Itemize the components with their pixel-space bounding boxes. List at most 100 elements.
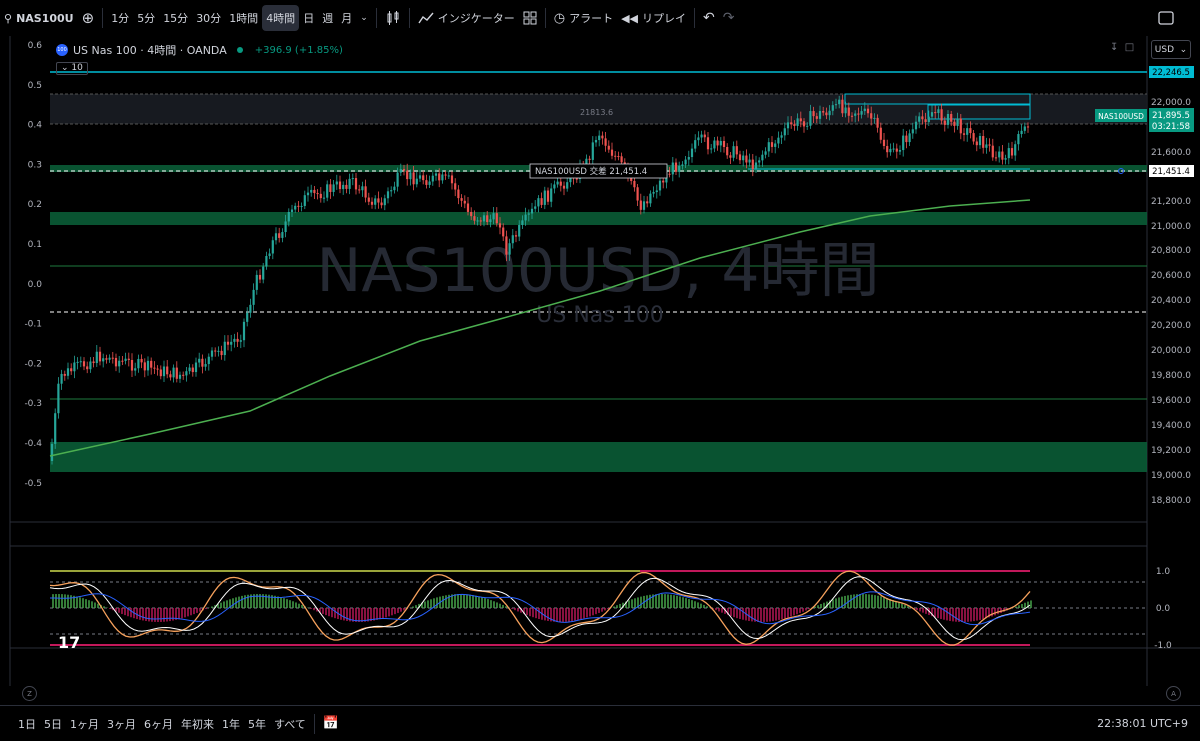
candle-body <box>182 375 184 376</box>
chevron-down-icon: ⌄ <box>1180 45 1188 55</box>
calendar-range-icon[interactable]: 📅 <box>319 716 343 731</box>
candle-body <box>701 135 703 138</box>
undo-icon[interactable]: ↶ <box>699 5 719 31</box>
status-dot-icon <box>237 47 243 53</box>
candle-body <box>227 342 229 345</box>
candle-body <box>457 190 459 199</box>
candle-body <box>54 413 56 444</box>
candle-body <box>928 117 930 122</box>
redo-icon[interactable]: ↷ <box>719 5 739 31</box>
candle-body <box>441 174 443 180</box>
candle-body <box>819 111 821 119</box>
replay-button[interactable]: ◀◀ リプレイ <box>617 5 690 31</box>
histogram-bar <box>697 602 699 608</box>
range-5d[interactable]: 5日 <box>40 716 66 732</box>
candle-body <box>214 351 216 352</box>
range-5y[interactable]: 5年 <box>244 716 270 732</box>
histogram-bar <box>586 608 588 617</box>
search-icon: ⚲ <box>4 12 12 25</box>
histogram-bar <box>61 594 63 608</box>
candle-body <box>333 184 335 192</box>
compare-plus-icon[interactable]: ⊕ <box>78 5 99 31</box>
timezone-icon[interactable]: Z <box>22 686 37 701</box>
histogram-bar <box>592 608 594 615</box>
candle-body <box>1001 152 1003 160</box>
histogram-bar <box>703 605 705 608</box>
timeframe-week[interactable]: 週 <box>318 5 337 31</box>
timeframe-month[interactable]: 月 <box>337 5 356 31</box>
candle-body <box>707 137 709 149</box>
range-6m[interactable]: 6ヶ月 <box>140 716 177 732</box>
chart-area[interactable]: 21813.6 NAS100USD, 4時間 US Nas 100 NAS100… <box>0 36 1200 686</box>
histogram-bar <box>850 595 852 608</box>
timeframe-day[interactable]: 日 <box>299 5 318 31</box>
histogram-bar <box>562 608 564 622</box>
candle-body <box>515 235 517 236</box>
histogram-bar <box>124 608 126 615</box>
auto-scale-icon[interactable]: A <box>1166 686 1181 701</box>
candle-body <box>512 235 514 243</box>
range-all[interactable]: すべて <box>270 716 310 732</box>
rewind-icon: ◀◀ <box>621 12 638 25</box>
fullscreen-icon[interactable] <box>1154 5 1178 31</box>
range-ytd[interactable]: 年初来 <box>177 716 218 732</box>
histogram-bar <box>748 608 750 621</box>
indicators-button[interactable]: インジケーター <box>414 5 519 31</box>
histogram-bar <box>358 608 360 622</box>
candle-body <box>704 135 706 138</box>
timeframe-5m[interactable]: 5分 <box>133 5 159 31</box>
chart-canvas[interactable]: 21813.6 NAS100USD, 4時間 US Nas 100 NAS100… <box>0 36 1200 686</box>
candle-body <box>153 368 155 369</box>
histogram-bar <box>640 597 642 608</box>
histogram-bar <box>469 595 471 608</box>
clock-time[interactable]: 22:38:01 UTC+9 <box>1093 717 1192 730</box>
timeframe-1m[interactable]: 1分 <box>107 5 133 31</box>
candle-body <box>793 124 795 126</box>
histogram-bar <box>295 602 297 608</box>
timeframe-4h[interactable]: 4時間 <box>262 5 299 31</box>
price-axis-label: 18,800.0 <box>1151 496 1191 506</box>
candle-body <box>169 374 171 377</box>
candle-body <box>307 193 309 196</box>
candle-body <box>131 360 133 371</box>
candle-body <box>73 363 75 372</box>
layout-grid-icon[interactable] <box>519 5 541 31</box>
histogram-bar <box>181 608 183 618</box>
range-1y[interactable]: 1年 <box>218 716 244 732</box>
candle-body <box>134 368 136 370</box>
candle-body <box>96 352 98 363</box>
candle-body <box>781 135 783 137</box>
range-1d[interactable]: 1日 <box>14 716 40 732</box>
candle-body <box>291 210 293 212</box>
alert-button[interactable]: ◷ アラート <box>550 5 617 31</box>
candle-body <box>121 361 123 362</box>
candle-body <box>89 361 91 369</box>
candle-body <box>905 136 907 142</box>
range-1m[interactable]: 1ヶ月 <box>66 716 103 732</box>
candle-body <box>947 114 949 125</box>
timeframe-30m[interactable]: 30分 <box>192 5 225 31</box>
histogram-bar <box>490 600 492 608</box>
chevron-down-icon[interactable]: ⌄ <box>356 5 372 31</box>
timeframe-15m[interactable]: 15分 <box>159 5 192 31</box>
currency-selector[interactable]: USD⌄ <box>1151 40 1191 59</box>
histogram-bar <box>475 596 477 608</box>
range-3m[interactable]: 3ヶ月 <box>103 716 140 732</box>
candle-body <box>345 185 347 189</box>
symbol-search[interactable]: ⚲ NAS100U <box>0 5 78 31</box>
crosshair-price-tag: 21,451.4 <box>1149 165 1194 177</box>
candle-body <box>553 184 555 188</box>
candle-type-icon[interactable] <box>381 5 405 31</box>
left-axis-label: -0.2 <box>24 359 42 369</box>
candle-body <box>387 191 389 198</box>
candle-body <box>355 178 357 189</box>
timeframe-1h[interactable]: 1時間 <box>225 5 262 31</box>
histogram-bar <box>670 595 672 608</box>
candle-body <box>877 118 879 128</box>
candle-body <box>685 160 687 165</box>
indicators-collapse-button[interactable]: ⌄ 10 <box>56 62 88 75</box>
candle-body <box>118 361 120 367</box>
pane-control-icons[interactable]: ↧ □ <box>1110 42 1134 53</box>
divider <box>545 8 546 28</box>
horizontal-line-label[interactable]: NAS100USD 交差 21,451.4 <box>530 164 667 178</box>
